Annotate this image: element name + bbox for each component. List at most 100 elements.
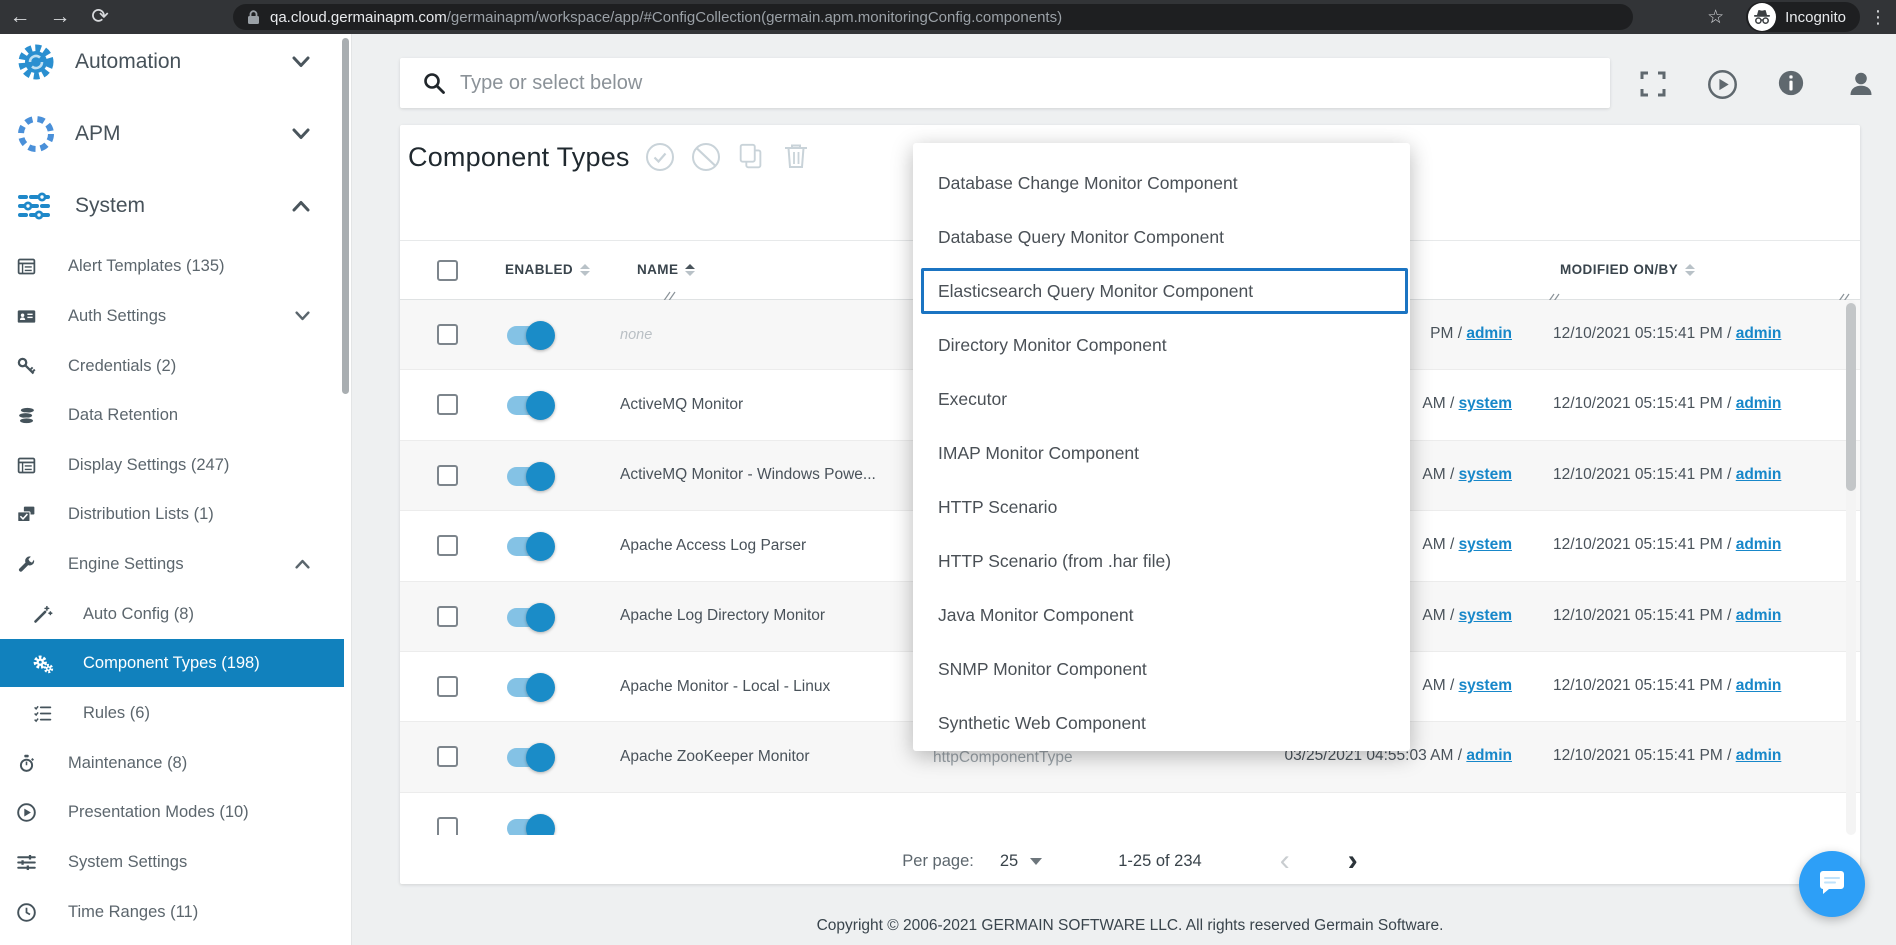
- sidebar-item-auto-config[interactable]: Auto Config (8): [0, 592, 344, 636]
- copy-icon[interactable]: [736, 141, 768, 173]
- sidebar-item-time-ranges[interactable]: Time Ranges (11): [0, 890, 344, 934]
- modified-by-link[interactable]: admin: [1736, 677, 1782, 694]
- back-icon[interactable]: ←: [0, 0, 40, 34]
- prev-page-button[interactable]: ‹: [1280, 851, 1290, 871]
- sidebar-item-component-types[interactable]: Component Types (198): [0, 639, 344, 687]
- sidebar-section-automation[interactable]: Automation: [0, 30, 344, 94]
- enabled-toggle[interactable]: [507, 608, 553, 627]
- sidebar-item-label: Time Ranges (11): [68, 903, 198, 922]
- sidebar-item-rules[interactable]: Rules (6): [0, 691, 344, 735]
- created-by-link[interactable]: admin: [1466, 325, 1512, 342]
- modified-cell: 12/10/2021 05:15:41 PM / admin: [1553, 607, 1781, 625]
- sidebar-item-distribution-lists[interactable]: Distribution Lists (1): [0, 492, 344, 536]
- dropdown-option[interactable]: SNMP Monitor Component: [913, 642, 1410, 696]
- modified-by-link[interactable]: admin: [1736, 607, 1782, 624]
- sidebar-item-alert-templates[interactable]: Alert Templates (135): [0, 244, 344, 288]
- name-cell: Apache Monitor - Local - Linux: [620, 652, 915, 721]
- row-checkbox[interactable]: [437, 676, 458, 697]
- play-circle-icon[interactable]: [1707, 69, 1739, 101]
- enabled-toggle[interactable]: [507, 326, 553, 345]
- disable-ban-icon[interactable]: [690, 141, 722, 173]
- modified-by-link[interactable]: admin: [1736, 395, 1782, 412]
- name-cell: none: [620, 300, 915, 369]
- sidebar-item-maintenance[interactable]: Maintenance (8): [0, 741, 344, 785]
- sidebar-item-display-settings[interactable]: Display Settings (247): [0, 443, 344, 487]
- search-icon: [422, 71, 446, 95]
- url-bar[interactable]: qa.cloud.germainapm.com/germainapm/works…: [233, 4, 1633, 30]
- per-page-select[interactable]: 25: [1000, 852, 1042, 871]
- modified-by-link[interactable]: admin: [1736, 536, 1782, 553]
- sidebar-item-auth-settings[interactable]: Auth Settings: [0, 294, 344, 338]
- url-path: /germainapm/workspace/app/#ConfigCollect…: [447, 9, 1062, 26]
- search-bar: [400, 58, 1610, 108]
- row-checkbox[interactable]: [437, 817, 458, 835]
- enabled-toggle[interactable]: [507, 748, 553, 767]
- forward-icon[interactable]: →: [40, 0, 80, 34]
- row-checkbox[interactable]: [437, 465, 458, 486]
- table-row-partial[interactable]: [400, 793, 1860, 835]
- column-header-enabled[interactable]: ENABLED: [505, 262, 590, 277]
- dropdown-option[interactable]: Java Monitor Component: [913, 588, 1410, 642]
- sidebar-item-label: Presentation Modes (10): [68, 803, 249, 822]
- row-checkbox[interactable]: [437, 535, 458, 556]
- sidebar-item-credentials[interactable]: Credentials (2): [0, 344, 344, 388]
- enable-check-icon[interactable]: [644, 141, 676, 173]
- row-checkbox[interactable]: [437, 394, 458, 415]
- next-page-button[interactable]: ›: [1348, 851, 1358, 871]
- fullscreen-icon[interactable]: [1638, 69, 1670, 101]
- enabled-toggle[interactable]: [507, 396, 553, 415]
- chat-bubble-button[interactable]: [1799, 851, 1865, 917]
- dropdown-option[interactable]: Database Change Monitor Component: [913, 156, 1410, 210]
- sidebar-section-apm[interactable]: APM: [0, 102, 344, 166]
- url-text: qa.cloud.germainapm.com/germainapm/works…: [270, 9, 1062, 26]
- created-by-link[interactable]: system: [1459, 607, 1512, 624]
- trash-icon[interactable]: [782, 141, 814, 173]
- bookmark-star-icon[interactable]: ☆: [1707, 6, 1724, 29]
- dropdown-option[interactable]: HTTP Scenario: [913, 480, 1410, 534]
- sidebar-item-engine-settings[interactable]: Engine Settings: [0, 542, 344, 586]
- enabled-toggle[interactable]: [507, 467, 553, 486]
- modified-by-link[interactable]: admin: [1736, 747, 1782, 764]
- search-input[interactable]: [460, 72, 1460, 95]
- browser-menu-icon[interactable]: ⋮: [1860, 7, 1896, 28]
- created-by-link[interactable]: admin: [1466, 747, 1512, 764]
- enabled-toggle[interactable]: [507, 537, 553, 556]
- sidebar-section-system[interactable]: System: [0, 174, 344, 238]
- sidebar-item-system-settings[interactable]: System Settings: [0, 840, 344, 884]
- modified-by-link[interactable]: admin: [1736, 325, 1782, 342]
- copyright-text: Copyright © 2006-2021 GERMAIN SOFTWARE L…: [400, 917, 1860, 935]
- sidebar-scrollbar[interactable]: [342, 38, 349, 394]
- column-header-modified[interactable]: MODIFIED ON/BY: [1560, 262, 1695, 277]
- dropdown-option[interactable]: Synthetic Web Component: [913, 696, 1410, 750]
- row-checkbox[interactable]: [437, 324, 458, 345]
- coins-icon: [16, 405, 37, 426]
- created-by-link[interactable]: system: [1459, 395, 1512, 412]
- created-by-link[interactable]: system: [1459, 677, 1512, 694]
- dropdown-option[interactable]: Database Query Monitor Component: [913, 210, 1410, 264]
- enabled-toggle[interactable]: [507, 819, 553, 835]
- dropdown-option[interactable]: Directory Monitor Component: [913, 318, 1410, 372]
- enabled-toggle[interactable]: [507, 678, 553, 697]
- created-by-link[interactable]: system: [1459, 466, 1512, 483]
- select-all-checkbox[interactable]: [437, 260, 458, 281]
- column-header-name[interactable]: NAME: [637, 262, 695, 277]
- table-scrollbar-thumb[interactable]: [1846, 303, 1856, 491]
- incognito-icon: [1748, 3, 1776, 31]
- row-checkbox[interactable]: [437, 606, 458, 627]
- sidebar-item-presentation-modes[interactable]: Presentation Modes (10): [0, 790, 344, 834]
- dropdown-option-highlighted[interactable]: Elasticsearch Query Monitor Component: [921, 268, 1408, 314]
- dropdown-option[interactable]: HTTP Scenario (from .har file): [913, 534, 1410, 588]
- dropdown-option[interactable]: Executor: [913, 372, 1410, 426]
- dropdown-option[interactable]: IMAP Monitor Component: [913, 426, 1410, 480]
- sort-icon: [1685, 264, 1695, 276]
- name-cell: Apache Access Log Parser: [620, 511, 915, 580]
- sidebar-item-label: Auto Config (8): [83, 605, 194, 624]
- sidebar-item-data-retention[interactable]: Data Retention: [0, 393, 344, 437]
- created-cell: PM / admin: [1430, 325, 1512, 343]
- info-icon[interactable]: [1777, 69, 1809, 101]
- modified-by-link[interactable]: admin: [1736, 466, 1782, 483]
- refresh-icon[interactable]: ⟳: [80, 0, 120, 34]
- user-icon[interactable]: [1846, 69, 1878, 101]
- row-checkbox[interactable]: [437, 746, 458, 767]
- created-by-link[interactable]: system: [1459, 536, 1512, 553]
